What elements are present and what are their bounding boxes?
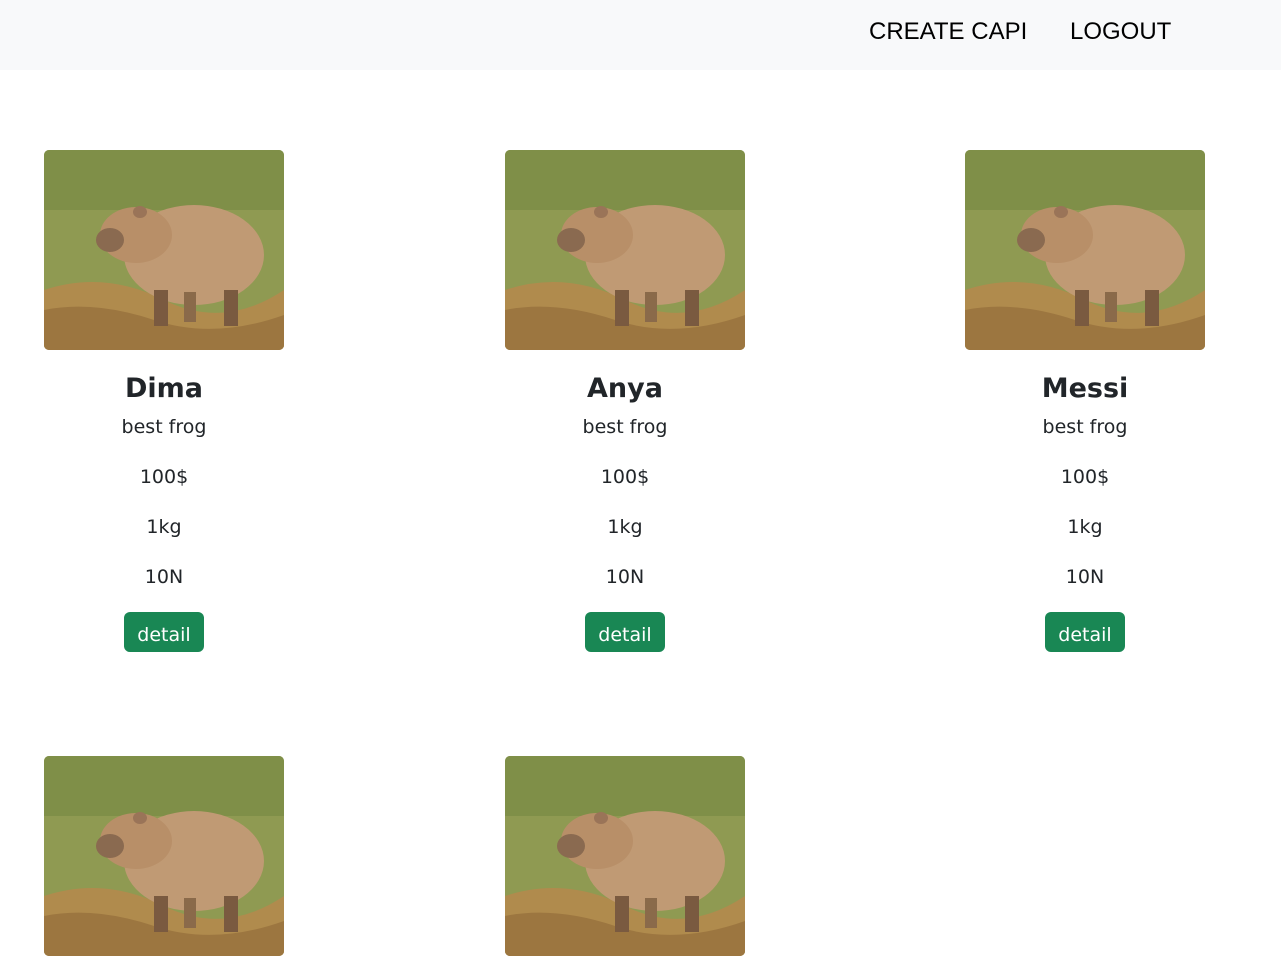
capi-card: Dima best frog 100$ 1kg 10N detail bbox=[44, 150, 284, 652]
card-price: 100$ bbox=[600, 466, 650, 488]
card-title: Anya bbox=[587, 373, 663, 404]
capi-card bbox=[505, 756, 745, 956]
capybara-photo bbox=[965, 150, 1205, 350]
capi-card: Anya best frog 100$ 1kg 10N detail bbox=[505, 150, 745, 652]
card-price: 100$ bbox=[1060, 466, 1110, 488]
card-power: 10N bbox=[605, 566, 645, 588]
card-weight: 1kg bbox=[1067, 516, 1103, 538]
detail-button[interactable]: detail bbox=[124, 612, 204, 652]
card-description: best frog bbox=[582, 416, 668, 438]
card-title: Dima bbox=[124, 373, 204, 404]
card-weight: 1kg bbox=[607, 516, 643, 538]
card-description: best frog bbox=[121, 416, 207, 438]
capybara-photo bbox=[505, 150, 745, 350]
capi-card: Messi best frog 100$ 1kg 10N detail bbox=[965, 150, 1205, 652]
detail-button[interactable]: detail bbox=[585, 612, 665, 652]
capybara-photo bbox=[44, 150, 284, 350]
logout-link[interactable]: LOGOUT bbox=[1070, 18, 1171, 46]
card-title: Messi bbox=[1041, 373, 1129, 404]
card-weight: 1kg bbox=[146, 516, 182, 538]
capi-card bbox=[44, 756, 284, 956]
card-price: 100$ bbox=[139, 466, 189, 488]
card-power: 10N bbox=[1065, 566, 1105, 588]
top-navbar: CREATE CAPI LOGOUT bbox=[0, 0, 1281, 70]
capybara-photo bbox=[44, 756, 284, 956]
capybara-photo bbox=[505, 756, 745, 956]
detail-button[interactable]: detail bbox=[1045, 612, 1125, 652]
card-power: 10N bbox=[144, 566, 184, 588]
create-capi-link[interactable]: CREATE CAPI bbox=[869, 18, 1027, 46]
card-description: best frog bbox=[1042, 416, 1128, 438]
